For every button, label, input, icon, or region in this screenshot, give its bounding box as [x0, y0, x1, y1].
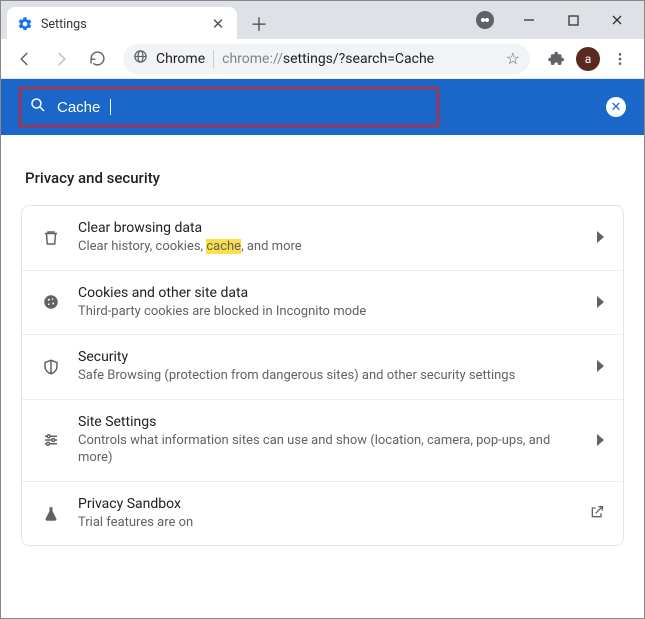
row-title: Site Settings — [78, 414, 581, 430]
incognito-indicator — [476, 11, 494, 29]
tab-title: Settings — [41, 17, 201, 32]
minimize-button[interactable] — [516, 7, 542, 33]
clear-search-button[interactable]: ✕ — [606, 97, 626, 117]
search-icon — [29, 96, 47, 118]
chevron-right-icon — [597, 357, 605, 376]
omnibox-divider — [213, 50, 214, 68]
browser-toolbar: Chrome chrome://settings/?search=Cache ☆… — [1, 39, 644, 79]
omnibox-url: chrome://settings/?search=Cache — [222, 51, 434, 67]
close-window-button[interactable] — [604, 7, 630, 33]
settings-search-input[interactable]: Cache — [19, 87, 439, 127]
row-subtitle: Third-party cookies are blocked in Incog… — [78, 303, 581, 321]
section-title: Privacy and security — [21, 169, 624, 187]
gear-icon — [17, 16, 33, 32]
row-subtitle: Trial features are on — [78, 514, 573, 532]
row-subtitle: Clear history, cookies, cache, and more — [78, 238, 581, 256]
extensions-button[interactable] — [540, 43, 572, 75]
window-titlebar: Settings ✕ ＋ — [1, 1, 644, 39]
row-cookies[interactable]: Cookies and other site data Third-party … — [22, 270, 623, 335]
new-tab-button[interactable]: ＋ — [245, 10, 273, 38]
text-caret — [110, 99, 111, 115]
row-title: Security — [78, 349, 581, 365]
trash-icon — [40, 227, 62, 249]
chevron-right-icon — [597, 431, 605, 450]
omnibox-origin: Chrome — [156, 51, 205, 67]
cookie-icon — [40, 291, 62, 313]
row-clear-browsing-data[interactable]: Clear browsing data Clear history, cooki… — [22, 206, 623, 270]
row-subtitle: Controls what information sites can use … — [78, 432, 581, 467]
row-title: Clear browsing data — [78, 220, 581, 236]
row-site-settings[interactable]: Site Settings Controls what information … — [22, 399, 623, 481]
site-info-icon[interactable] — [133, 49, 148, 68]
shield-icon — [40, 356, 62, 378]
chrome-menu-button[interactable] — [604, 43, 636, 75]
address-bar[interactable]: Chrome chrome://settings/?search=Cache ☆ — [123, 44, 530, 74]
forward-button[interactable] — [45, 43, 77, 75]
settings-content: Privacy and security Clear browsing data… — [1, 135, 644, 546]
profile-avatar[interactable]: a — [576, 47, 600, 71]
settings-search-banner: Cache ✕ — [1, 79, 644, 135]
chevron-right-icon — [597, 228, 605, 247]
flask-icon — [40, 503, 62, 525]
search-highlight: cache — [206, 239, 241, 254]
maximize-button[interactable] — [560, 7, 586, 33]
browser-tab-settings[interactable]: Settings ✕ — [7, 7, 237, 41]
search-value: Cache — [57, 99, 100, 116]
chevron-right-icon — [597, 293, 605, 312]
tab-close-button[interactable]: ✕ — [209, 15, 227, 33]
back-button[interactable] — [9, 43, 41, 75]
window-controls — [516, 1, 644, 33]
row-title: Cookies and other site data — [78, 285, 581, 301]
reload-button[interactable] — [81, 43, 113, 75]
bookmark-star-icon[interactable]: ☆ — [506, 49, 520, 68]
row-privacy-sandbox[interactable]: Privacy Sandbox Trial features are on — [22, 481, 623, 546]
external-link-icon — [589, 504, 605, 524]
row-subtitle: Safe Browsing (protection from dangerous… — [78, 367, 581, 385]
sliders-icon — [40, 429, 62, 451]
privacy-card: Clear browsing data Clear history, cooki… — [21, 205, 624, 546]
row-title: Privacy Sandbox — [78, 496, 573, 512]
row-security[interactable]: Security Safe Browsing (protection from … — [22, 334, 623, 399]
tab-strip: Settings ✕ ＋ — [7, 7, 273, 41]
